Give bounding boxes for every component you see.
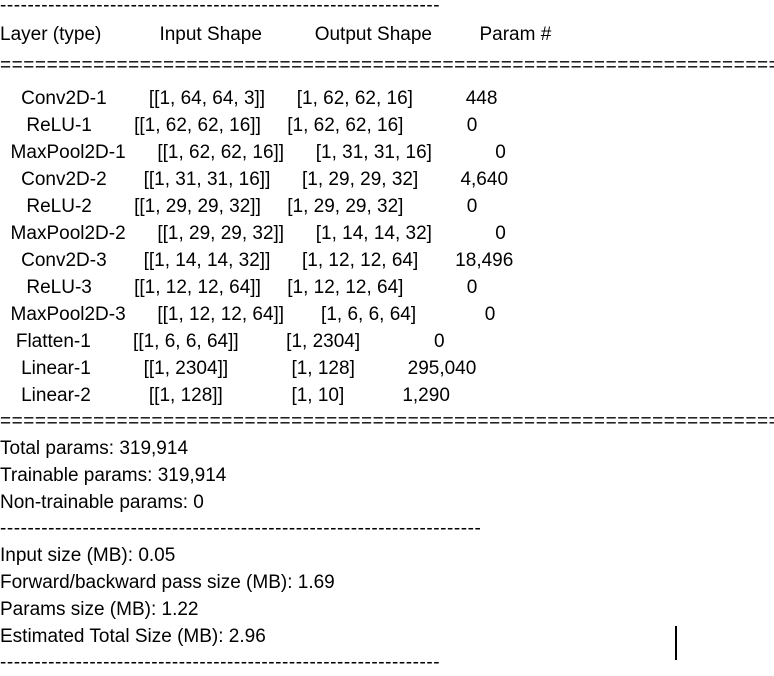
table-row: ReLU-3 [[1, 12, 12, 64]] [1, 12, 12, 64]… [0, 277, 478, 298]
estimated-total-size-line: Estimated Total Size (MB): 2.96 [0, 626, 266, 647]
total-params-line: Total params: 319,914 [0, 438, 189, 459]
model-summary-output: ----------------------------------------… [0, 0, 774, 676]
table-row: Linear-2 [[1, 128]] [1, 10] 1,290 [0, 385, 450, 406]
separator-top-dashed: ----------------------------------------… [0, 0, 441, 16]
table-row: ReLU-1 [[1, 62, 62, 16]] [1, 62, 62, 16]… [0, 115, 478, 136]
trainable-params-line: Trainable params: 319,914 [0, 465, 227, 486]
table-row: MaxPool2D-3 [[1, 12, 12, 64]] [1, 6, 6, … [0, 304, 496, 325]
forward-backward-pass-size-line: Forward/backward pass size (MB): 1.69 [0, 572, 335, 593]
separator-mid-dashed: ----------------------------------------… [0, 518, 482, 539]
table-row: Flatten-1 [[1, 6, 6, 64]] [1, 2304] 0 [0, 331, 445, 352]
table-row: Conv2D-2 [[1, 31, 31, 16]] [1, 29, 29, 3… [0, 169, 509, 190]
text-cursor [675, 626, 677, 660]
params-size-line: Params size (MB): 1.22 [0, 599, 199, 620]
table-row: ReLU-2 [[1, 29, 29, 32]] [1, 29, 29, 32]… [0, 196, 478, 217]
table-row: Conv2D-1 [[1, 64, 64, 3]] [1, 62, 62, 16… [0, 88, 498, 109]
table-row: MaxPool2D-1 [[1, 62, 62, 16]] [1, 31, 31… [0, 142, 506, 163]
table-row: Linear-1 [[1, 2304]] [1, 128] 295,040 [0, 358, 477, 379]
table-row: MaxPool2D-2 [[1, 29, 29, 32]] [1, 14, 14… [0, 223, 506, 244]
table-row: Conv2D-3 [[1, 14, 14, 32]] [1, 12, 12, 6… [0, 250, 514, 271]
table-header-row: Layer (type) Input Shape Output Shape Pa… [0, 24, 552, 45]
non-trainable-params-line: Non-trainable params: 0 [0, 492, 204, 513]
separator-bottom-dashed: ----------------------------------------… [0, 652, 441, 673]
separator-header-equals: ========================================… [0, 55, 774, 76]
separator-body-equals: ========================================… [0, 411, 774, 432]
input-size-line: Input size (MB): 0.05 [0, 545, 176, 566]
